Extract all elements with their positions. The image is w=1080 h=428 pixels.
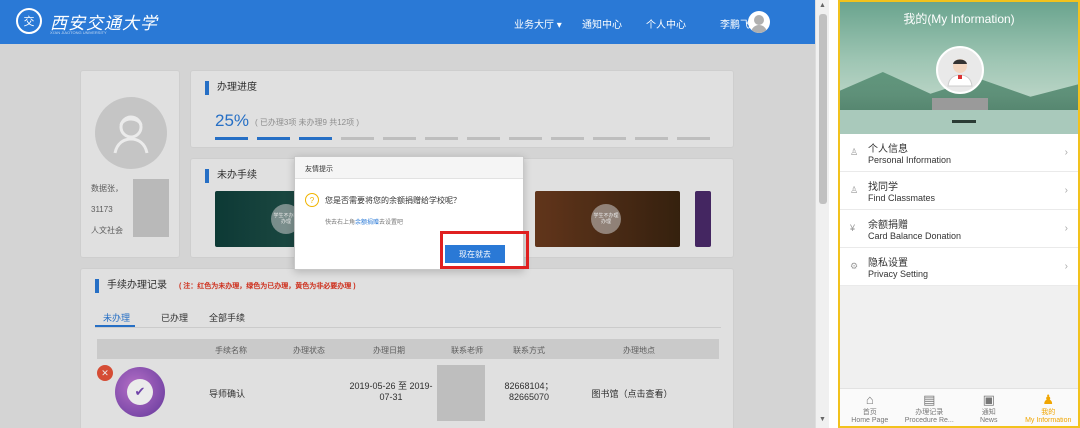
user-avatar-icon[interactable] bbox=[748, 11, 770, 33]
hint-prefix: 快去右上角 bbox=[325, 220, 356, 226]
mobile-page-title: 我的(My Information) bbox=[903, 12, 1015, 26]
scroll-down-icon[interactable]: ▼ bbox=[819, 416, 826, 423]
nav-business-hall[interactable]: 业务大厅 ▾ bbox=[514, 16, 562, 31]
university-logo[interactable]: 交 西安交通大学 XI'AN JIAOTONG UNIVERSITY bbox=[16, 8, 158, 35]
tab-news[interactable]: ▣ 通知 News bbox=[959, 389, 1019, 426]
menu-label-cn: 隐私设置 bbox=[868, 258, 908, 269]
tab-my-information[interactable]: ♟ 我的 My Information bbox=[1019, 389, 1079, 426]
menu-label-cn: 个人信息 bbox=[868, 144, 908, 155]
person-icon: ♙ bbox=[850, 147, 859, 157]
menu-label-cn: 余额捐赠 bbox=[868, 220, 908, 231]
nav-user-name[interactable]: 李鹏飞 bbox=[720, 16, 750, 31]
chevron-right-icon: › bbox=[1064, 185, 1068, 196]
menu-label-en: Personal Information bbox=[868, 155, 952, 165]
scrollbar-thumb[interactable] bbox=[819, 14, 827, 204]
seal-icon: 交 bbox=[16, 8, 42, 34]
top-navbar: 交 西安交通大学 XI'AN JIAOTONG UNIVERSITY 业务大厅 … bbox=[0, 0, 815, 44]
menu-label-en: Find Classmates bbox=[868, 193, 936, 203]
hint-link[interactable]: 余额捐赠 bbox=[355, 220, 379, 226]
tab-procedure-records[interactable]: ▤ 办理记录 Procedure Re... bbox=[900, 389, 960, 426]
page-scrollbar[interactable]: ▲ ▼ bbox=[815, 0, 829, 428]
yen-icon: ¥ bbox=[850, 223, 856, 233]
desktop-view: 交 西安交通大学 XI'AN JIAOTONG UNIVERSITY 业务大厅 … bbox=[0, 0, 815, 428]
mobile-menu: ♙ 个人信息 Personal Information › ♙ 找同学 Find… bbox=[840, 134, 1078, 286]
mobile-view: 我的(My Information) ♙ 个人信息 Personal Infor… bbox=[838, 0, 1080, 428]
logo-subtitle: XI'AN JIAOTONG UNIVERSITY bbox=[50, 30, 107, 35]
menu-item-balance-donation[interactable]: ¥ 余额捐赠 Card Balance Donation › bbox=[840, 210, 1078, 248]
person-icon: ♙ bbox=[850, 185, 859, 195]
menu-item-privacy-setting[interactable]: ⚙ 隐私设置 Privacy Setting › bbox=[840, 248, 1078, 286]
home-icon: ⌂ bbox=[865, 392, 874, 407]
tab-label-en: Procedure Re... bbox=[904, 417, 954, 424]
records-icon: ▤ bbox=[923, 392, 936, 407]
tab-label-en: News bbox=[979, 417, 998, 424]
menu-label-en: Card Balance Donation bbox=[868, 231, 962, 241]
question-icon: ? bbox=[305, 193, 319, 207]
message-icon: ▣ bbox=[982, 392, 995, 407]
tab-label-cn: 首页 bbox=[862, 409, 877, 416]
nav-notice-center[interactable]: 通知中心 bbox=[582, 16, 622, 31]
chevron-right-icon: › bbox=[1064, 147, 1068, 158]
chevron-right-icon: › bbox=[1064, 261, 1068, 272]
tab-home[interactable]: ⌂ 首页 Home Page bbox=[840, 389, 900, 426]
redaction-mask bbox=[932, 98, 988, 110]
tab-label-cn: 办理记录 bbox=[915, 409, 944, 416]
mobile-avatar-icon[interactable] bbox=[936, 46, 984, 94]
screenshot-root: 交 西安交通大学 XI'AN JIAOTONG UNIVERSITY 业务大厅 … bbox=[0, 0, 1080, 428]
chevron-right-icon: › bbox=[1064, 223, 1068, 234]
tab-label-en: My Information bbox=[1025, 417, 1072, 424]
highlight-box bbox=[440, 231, 529, 269]
menu-item-personal-info[interactable]: ♙ 个人信息 Personal Information › bbox=[840, 134, 1078, 172]
nav-personal-center[interactable]: 个人中心 bbox=[646, 16, 686, 31]
tab-label-en: Home Page bbox=[851, 417, 889, 424]
menu-label-en: Privacy Setting bbox=[868, 269, 929, 279]
person-icon: ♟ bbox=[1042, 392, 1055, 407]
hint-suffix: 去设置吧 bbox=[379, 220, 404, 226]
dialog-hint: 快去右上角余额捐赠去设置吧 bbox=[325, 217, 403, 226]
bottom-tab-bar: ⌂ 首页 Home Page ▤ 办理记录 Procedure Re... ▣ … bbox=[840, 388, 1079, 426]
tab-label-cn: 我的 bbox=[1041, 409, 1056, 416]
menu-label-cn: 找同学 bbox=[868, 182, 898, 193]
menu-item-find-classmates[interactable]: ♙ 找同学 Find Classmates › bbox=[840, 172, 1078, 210]
scroll-up-icon[interactable]: ▲ bbox=[819, 2, 826, 9]
boat-illustration bbox=[952, 120, 976, 123]
profile-header: 我的(My Information) bbox=[840, 2, 1078, 134]
dialog-title: 友情提示 bbox=[295, 157, 523, 179]
tab-label-cn: 通知 bbox=[981, 409, 996, 416]
gear-icon: ⚙ bbox=[850, 261, 859, 271]
dialog-message: 您是否需要将您的余额捐赠给学校呢？ bbox=[325, 196, 461, 205]
